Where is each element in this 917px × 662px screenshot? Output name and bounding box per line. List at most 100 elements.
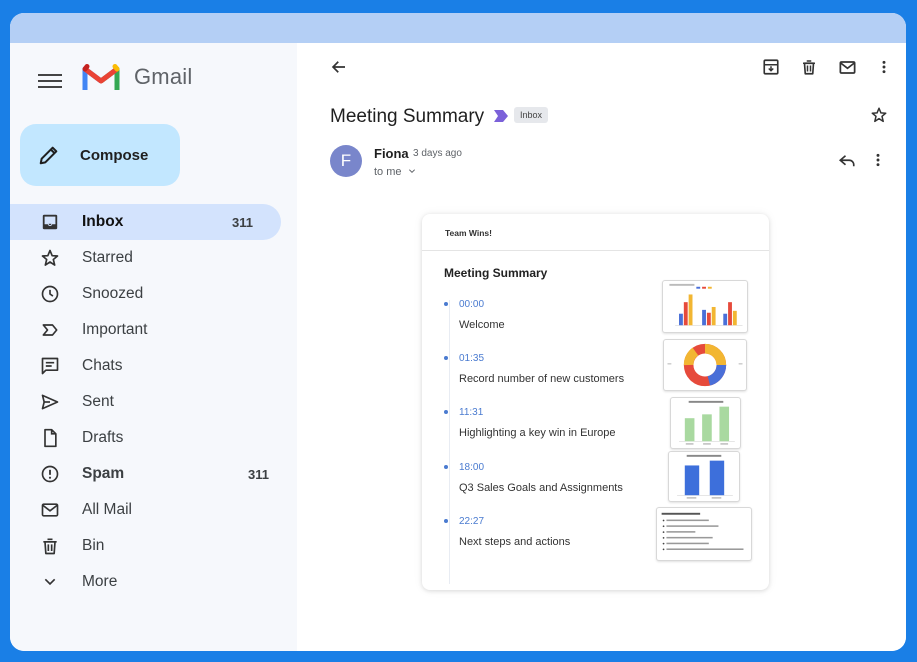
sidebar-item-all-mail[interactable]: All Mail	[10, 492, 297, 528]
sidebar-item-label: All Mail	[82, 501, 132, 518]
main-menu-button[interactable]	[38, 71, 62, 89]
sidebar-item-more[interactable]: More	[10, 564, 297, 600]
sidebar-item-label: Drafts	[82, 429, 124, 446]
send-icon	[39, 391, 61, 413]
avatar[interactable]: F	[330, 145, 362, 177]
more-vert-icon[interactable]	[870, 152, 886, 168]
label-chip[interactable]: Inbox	[514, 107, 549, 123]
chevron-down-icon	[408, 169, 415, 174]
app-name: Gmail	[134, 64, 193, 89]
sidebar-item-label: More	[82, 573, 118, 590]
email-body-card: Team Wins! Meeting Summary 00:00 Welcome…	[422, 214, 769, 590]
slide-thumbnail-donut-chart[interactable]	[663, 339, 747, 391]
star-icon	[39, 247, 61, 269]
grouped-bar-chart-thumbnail	[669, 283, 743, 326]
timeline-time[interactable]: 22:27	[459, 516, 484, 527]
sidebar-item-inbox[interactable]: Inbox 311	[10, 204, 281, 240]
bullet-list-thumbnail	[661, 512, 744, 551]
sidebar-item-label: Snoozed	[82, 285, 144, 302]
clock-icon	[39, 283, 61, 305]
timeline-line	[449, 300, 450, 584]
blue-bar-chart-thumbnail	[677, 454, 733, 499]
sidebar-item-chats[interactable]: Chats	[10, 348, 297, 384]
delete-button[interactable]	[799, 57, 819, 77]
more-vert-icon	[882, 60, 886, 74]
timeline-text: Highlighting a key win in Europe	[459, 427, 616, 439]
inbox-icon	[39, 211, 61, 233]
timeline-time[interactable]: 01:35	[459, 353, 484, 364]
spam-icon	[39, 463, 61, 485]
sender-name[interactable]: Fiona	[374, 146, 409, 161]
sidebar-item-label: Chats	[82, 357, 123, 374]
timeline-time[interactable]: 18:00	[459, 462, 484, 473]
chevron-down-icon	[39, 571, 61, 593]
trash-icon	[39, 535, 61, 557]
timeline-dot	[444, 519, 448, 523]
sidebar-item-label: Inbox	[82, 213, 124, 230]
unread-count: 311	[248, 466, 269, 482]
sidebar-item-label: Bin	[82, 537, 105, 554]
sidebar-item-label: Starred	[82, 249, 133, 266]
compose-button[interactable]: Compose	[20, 124, 180, 186]
sidebar-item-important[interactable]: Important	[10, 312, 297, 348]
sidebar-item-sent[interactable]: Sent	[10, 384, 297, 420]
timeline-text: Welcome	[459, 319, 505, 331]
sidebar-item-label: Spam	[82, 465, 125, 482]
recipient-label: to me	[374, 166, 402, 178]
recipient-details[interactable]: to me	[374, 166, 416, 178]
app-window: Gmail Compose Inbox 311 Starred Snoozed	[10, 13, 906, 651]
slide-thumbnail-action-list[interactable]	[656, 507, 752, 561]
sidebar: Gmail Compose Inbox 311 Starred Snoozed	[10, 43, 297, 651]
hamburger-line	[38, 86, 62, 88]
timeline-dot	[444, 356, 448, 360]
sidebar-item-bin[interactable]: Bin	[10, 528, 297, 564]
timeline-text: Next steps and actions	[459, 536, 571, 548]
important-label-icon[interactable]	[494, 110, 508, 122]
compose-label: Compose	[80, 146, 149, 164]
sidebar-item-snoozed[interactable]: Snoozed	[10, 276, 297, 312]
star-icon[interactable]	[870, 106, 888, 124]
timeline-dot	[444, 302, 448, 306]
mail-icon	[39, 499, 61, 521]
message-view: Meeting Summary Inbox F Fiona 3 days ago…	[297, 43, 906, 651]
archive-button[interactable]	[761, 57, 781, 77]
donut-chart-thumbnail	[667, 343, 743, 387]
slide-thumbnail-bar-chart[interactable]	[662, 280, 748, 333]
sidebar-item-spam[interactable]: Spam 311	[10, 456, 297, 492]
sidebar-item-starred[interactable]: Starred	[10, 240, 297, 276]
window-top-bar	[10, 13, 906, 43]
pencil-icon	[39, 146, 58, 165]
arrow-left-icon	[331, 61, 345, 73]
card-header: Team Wins!	[422, 214, 769, 251]
timeline-text: Record number of new customers	[459, 373, 625, 385]
back-button[interactable]	[329, 57, 349, 77]
archive-icon	[763, 59, 779, 75]
timeline-dot	[444, 410, 448, 414]
important-icon	[39, 319, 61, 341]
sidebar-item-drafts[interactable]: Drafts	[10, 420, 297, 456]
timeline-text: Q3 Sales Goals and Assignments	[459, 482, 623, 494]
draft-icon	[39, 427, 61, 449]
green-bar-chart-thumbnail	[679, 400, 735, 445]
more-options-button[interactable]	[874, 57, 894, 77]
sidebar-item-label: Important	[82, 321, 148, 338]
gmail-logo[interactable]: Gmail	[82, 63, 192, 91]
mark-unread-button[interactable]	[837, 57, 857, 77]
chat-icon	[39, 355, 61, 377]
slide-thumbnail-blue-bar-chart[interactable]	[668, 451, 740, 502]
card-title: Meeting Summary	[444, 266, 548, 280]
gmail-m-icon	[82, 64, 120, 90]
slide-thumbnail-green-bar-chart[interactable]	[670, 397, 741, 449]
timeline-dot	[444, 465, 448, 469]
email-subject: Meeting Summary	[330, 106, 485, 127]
hamburger-line	[38, 80, 62, 82]
sidebar-nav: Inbox 311 Starred Snoozed Important Chat…	[10, 204, 297, 600]
timeline-time[interactable]: 11:31	[459, 407, 483, 418]
trash-icon	[803, 60, 815, 75]
email-time: 3 days ago	[413, 148, 462, 159]
timeline-time[interactable]: 00:00	[459, 299, 484, 310]
unread-count: 311	[232, 214, 253, 230]
hamburger-line	[38, 74, 62, 76]
reply-icon[interactable]	[838, 152, 856, 170]
mail-icon	[839, 60, 855, 74]
